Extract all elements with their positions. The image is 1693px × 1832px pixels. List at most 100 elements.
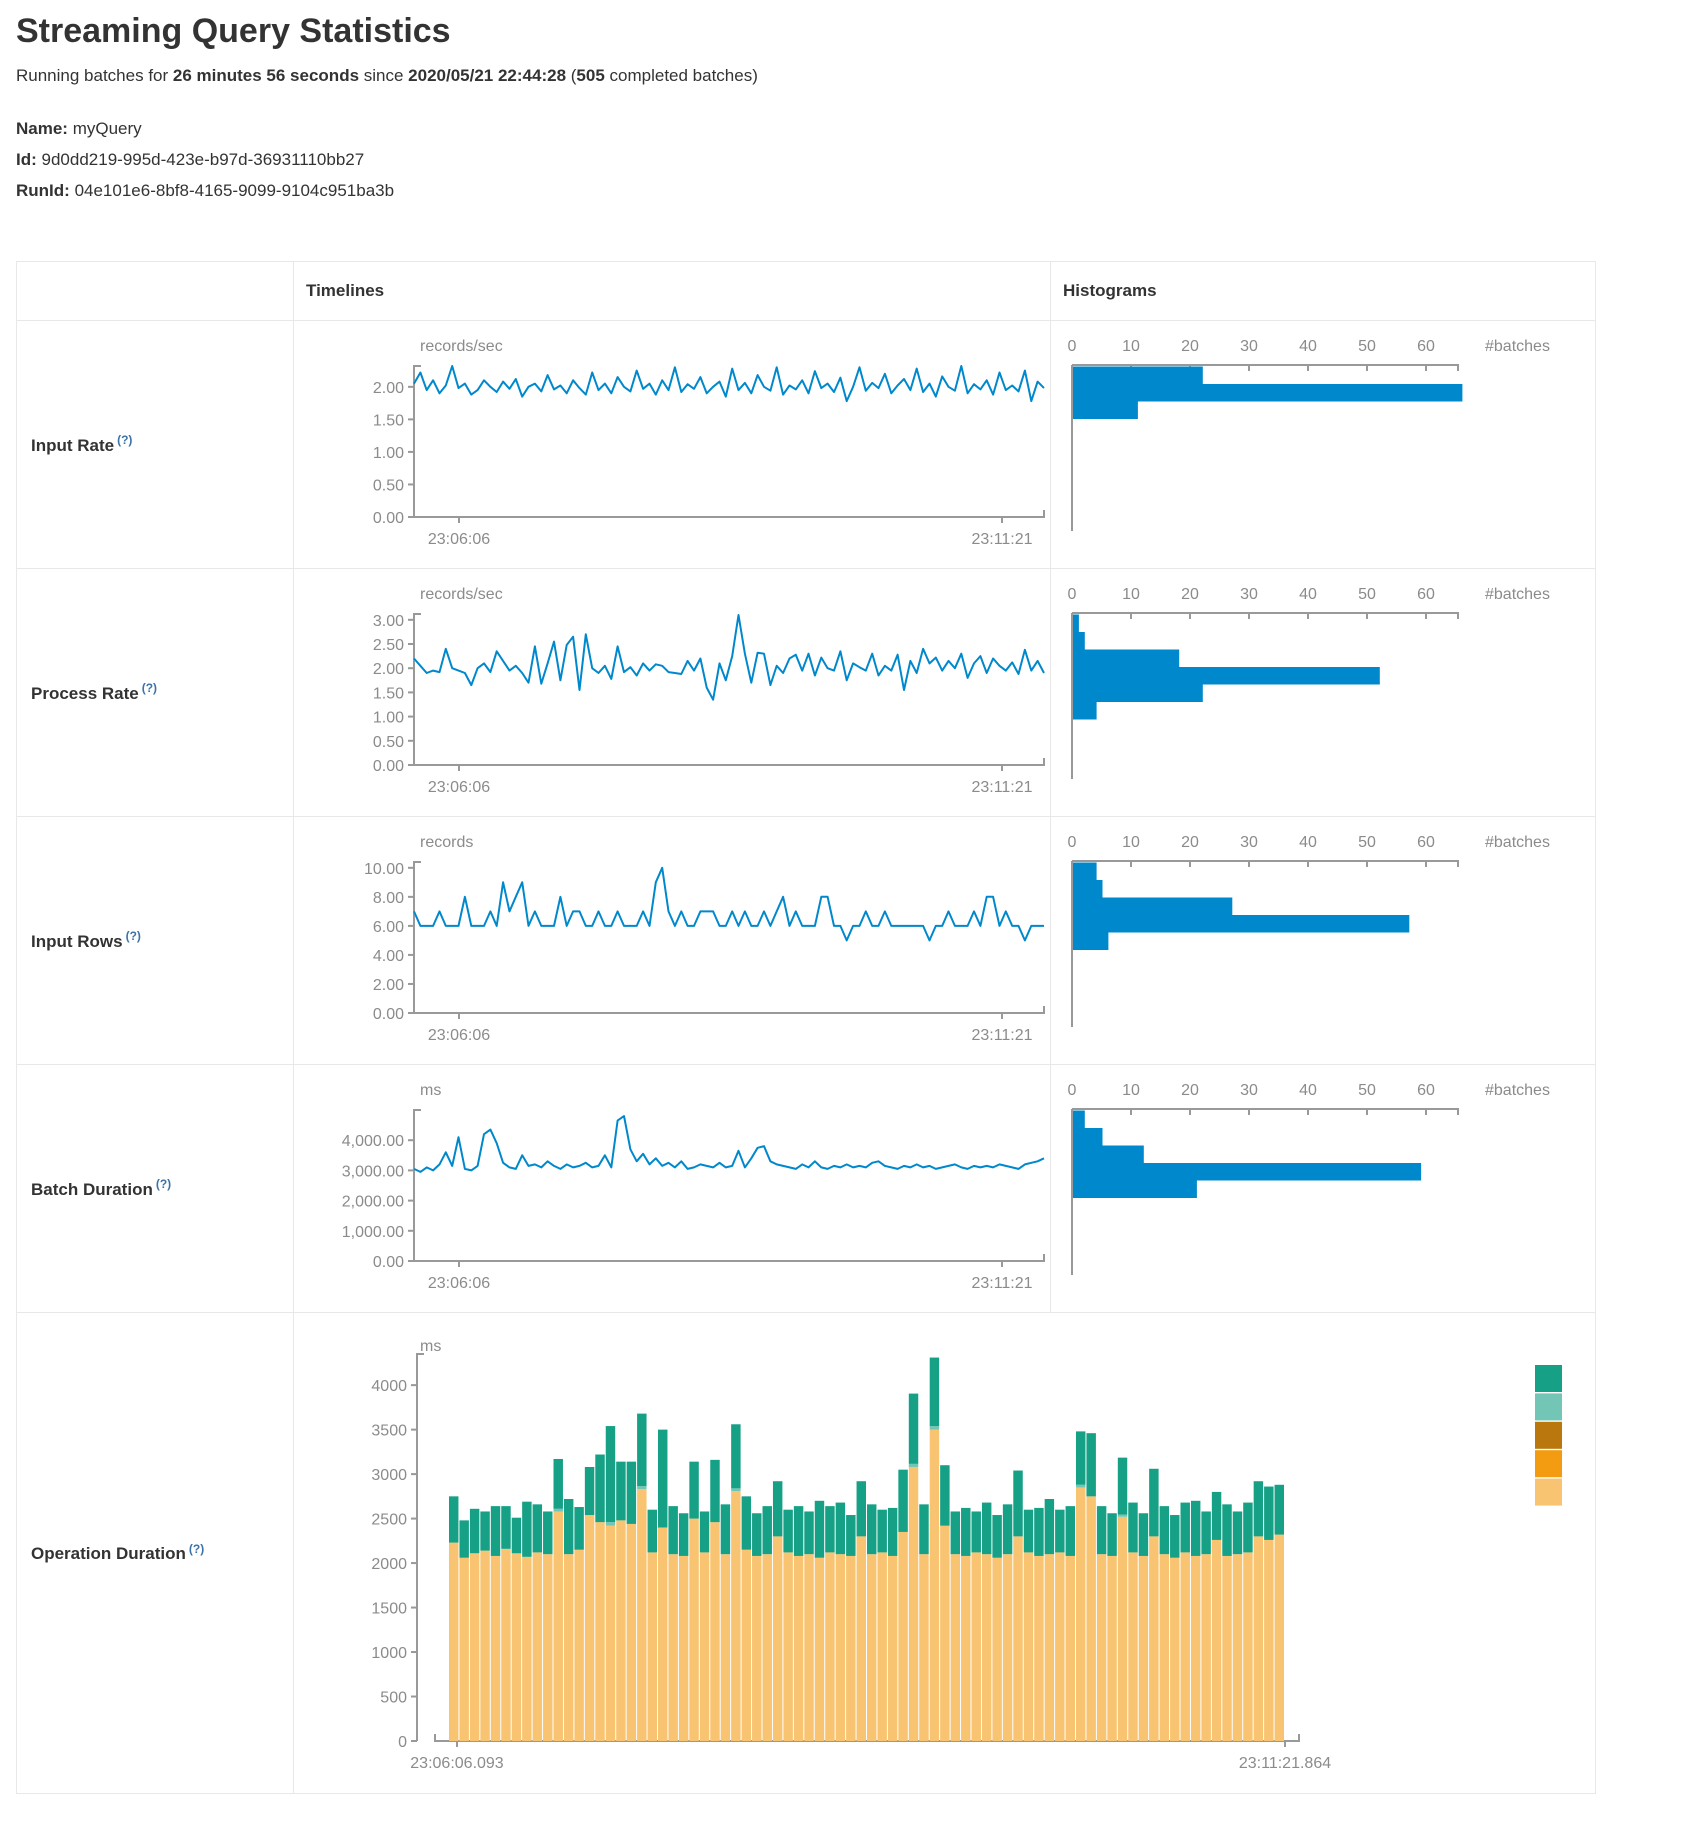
svg-text:0.00: 0.00 (373, 1006, 404, 1023)
svg-text:6.00: 6.00 (373, 919, 404, 936)
svg-text:30: 30 (1240, 1082, 1258, 1099)
input-rows-histogram-chart: 0102030405060#batches (1051, 817, 1596, 1065)
svg-text:0.00: 0.00 (373, 510, 404, 527)
row-label-input-rate: Input Rate (17, 436, 114, 455)
svg-text:ms: ms (420, 1082, 441, 1099)
svg-text:23:06:06.093: 23:06:06.093 (410, 1755, 504, 1772)
input-rows-help-icon[interactable]: (?) (126, 929, 141, 943)
batch-duration-help-icon[interactable]: (?) (156, 1177, 171, 1191)
svg-text:8.00: 8.00 (373, 890, 404, 907)
svg-text:2.00: 2.00 (373, 977, 404, 994)
svg-text:10: 10 (1122, 1082, 1140, 1099)
query-id-line: Id: 9d0dd219-995d-423e-b97d-36931110bb27 (16, 144, 1693, 175)
svg-text:0.00: 0.00 (373, 1254, 404, 1271)
svg-text:3500: 3500 (371, 1423, 407, 1440)
svg-text:4000: 4000 (371, 1378, 407, 1395)
svg-text:50: 50 (1358, 834, 1376, 851)
batch-duration-histogram-chart: 0102030405060#batches (1051, 1065, 1596, 1313)
svg-text:1.50: 1.50 (373, 412, 404, 429)
svg-text:23:11:21.864: 23:11:21.864 (1239, 1755, 1331, 1772)
svg-text:0: 0 (1068, 338, 1077, 355)
operation-duration-chart: ms4000350030002500200015001000500023:06:… (294, 1313, 1596, 1794)
svg-text:3,000.00: 3,000.00 (342, 1163, 404, 1180)
header-empty-cell (17, 262, 294, 321)
query-id-value: 9d0dd219-995d-423e-b97d-36931110bb27 (42, 150, 365, 169)
query-name-value: myQuery (73, 119, 142, 138)
query-runid-value: 04e101e6-8bf8-4165-9099-9104c951ba3b (75, 181, 395, 200)
svg-text:ms: ms (420, 1338, 441, 1355)
svg-text:20: 20 (1181, 834, 1199, 851)
svg-text:10: 10 (1122, 338, 1140, 355)
svg-text:#batches: #batches (1485, 586, 1550, 603)
svg-text:50: 50 (1358, 1082, 1376, 1099)
input-rate-help-icon[interactable]: (?) (117, 433, 132, 447)
svg-text:20: 20 (1181, 1082, 1199, 1099)
query-name-label: Name: (16, 119, 68, 138)
svg-text:3.00: 3.00 (373, 613, 404, 630)
query-runid-label: RunId: (16, 181, 70, 200)
svg-text:23:11:21: 23:11:21 (971, 1275, 1032, 1292)
svg-text:23:11:21: 23:11:21 (971, 779, 1032, 796)
svg-text:50: 50 (1358, 586, 1376, 603)
svg-text:20: 20 (1181, 586, 1199, 603)
svg-text:10: 10 (1122, 834, 1140, 851)
svg-text:1.00: 1.00 (373, 710, 404, 727)
header-histograms: Histograms (1051, 262, 1596, 321)
svg-text:10: 10 (1122, 586, 1140, 603)
batch-duration-timeline-chart: ms4,000.003,000.002,000.001,000.000.0023… (294, 1065, 1051, 1313)
svg-text:#batches: #batches (1485, 338, 1550, 355)
svg-text:23:06:06: 23:06:06 (428, 531, 490, 548)
summary-completed-count: 505 (576, 66, 604, 85)
header-timelines: Timelines (294, 262, 1051, 321)
legend-swatch-1 (1535, 1365, 1562, 1392)
stats-table: Timelines Histograms Input Rate(?) recor… (16, 261, 1596, 1794)
query-id-label: Id: (16, 150, 37, 169)
process-rate-histogram-chart: 0102030405060#batches (1051, 569, 1596, 817)
svg-text:50: 50 (1358, 338, 1376, 355)
svg-text:23:06:06: 23:06:06 (428, 1275, 490, 1292)
row-label-cell-input-rate: Input Rate(?) (17, 321, 294, 569)
row-label-operation-duration: Operation Duration (17, 1544, 186, 1563)
svg-text:3000: 3000 (371, 1467, 407, 1484)
svg-text:records: records (420, 834, 473, 851)
svg-text:60: 60 (1417, 834, 1435, 851)
svg-text:#batches: #batches (1485, 834, 1550, 851)
svg-text:2.00: 2.00 (373, 380, 404, 397)
svg-text:0: 0 (1068, 834, 1077, 851)
svg-text:1.00: 1.00 (373, 445, 404, 462)
svg-text:#batches: #batches (1485, 1082, 1550, 1099)
svg-text:0: 0 (398, 1734, 407, 1751)
svg-text:40: 40 (1299, 338, 1317, 355)
svg-text:1,000.00: 1,000.00 (342, 1224, 404, 1241)
row-label-cell-input-rows: Input Rows(?) (17, 817, 294, 1065)
svg-text:2.50: 2.50 (373, 637, 404, 654)
operation-duration-row: Operation Duration(?) ms4000350030002500… (17, 1313, 1596, 1794)
svg-text:23:11:21: 23:11:21 (971, 1027, 1032, 1044)
operation-duration-help-icon[interactable]: (?) (189, 1542, 204, 1556)
svg-text:30: 30 (1240, 586, 1258, 603)
svg-text:1000: 1000 (371, 1645, 407, 1662)
input-rows-timeline-chart: records10.008.006.004.002.000.0023:06:06… (294, 817, 1051, 1065)
query-runid-line: RunId: 04e101e6-8bf8-4165-9099-9104c951b… (16, 175, 1693, 206)
process-rate-row: Process Rate(?) records/sec 3.00 2.50 2.00 1… (17, 569, 1596, 817)
row-label-cell-process-rate: Process Rate(?) (17, 569, 294, 817)
legend-swatch-5 (1535, 1479, 1562, 1506)
legend-swatch-4 (1535, 1450, 1562, 1477)
svg-text:0.50: 0.50 (373, 477, 404, 494)
svg-text:23:06:06: 23:06:06 (428, 779, 490, 796)
svg-text:0.00: 0.00 (373, 758, 404, 775)
svg-text:60: 60 (1417, 586, 1435, 603)
row-label-process-rate: Process Rate (17, 684, 139, 703)
svg-text:2.00: 2.00 (373, 661, 404, 678)
svg-text:records/sec: records/sec (420, 586, 503, 603)
summary-duration: 26 minutes 56 seconds (173, 66, 359, 85)
svg-text:2000: 2000 (371, 1556, 407, 1573)
svg-text:0: 0 (1068, 586, 1077, 603)
page: Streaming Query Statistics Running batch… (0, 12, 1693, 1794)
query-info: Name: myQuery Id: 9d0dd219-995d-423e-b97… (16, 113, 1693, 206)
svg-text:23:06:06: 23:06:06 (428, 1027, 490, 1044)
svg-text:10.00: 10.00 (364, 861, 404, 878)
process-rate-help-icon[interactable]: (?) (142, 681, 157, 695)
process-rate-timeline-chart: records/sec3.002.502.001.501.000.500.002… (294, 569, 1051, 817)
input-rate-row: Input Rate(?) records/sec2.001.501.000.5… (17, 321, 1596, 569)
